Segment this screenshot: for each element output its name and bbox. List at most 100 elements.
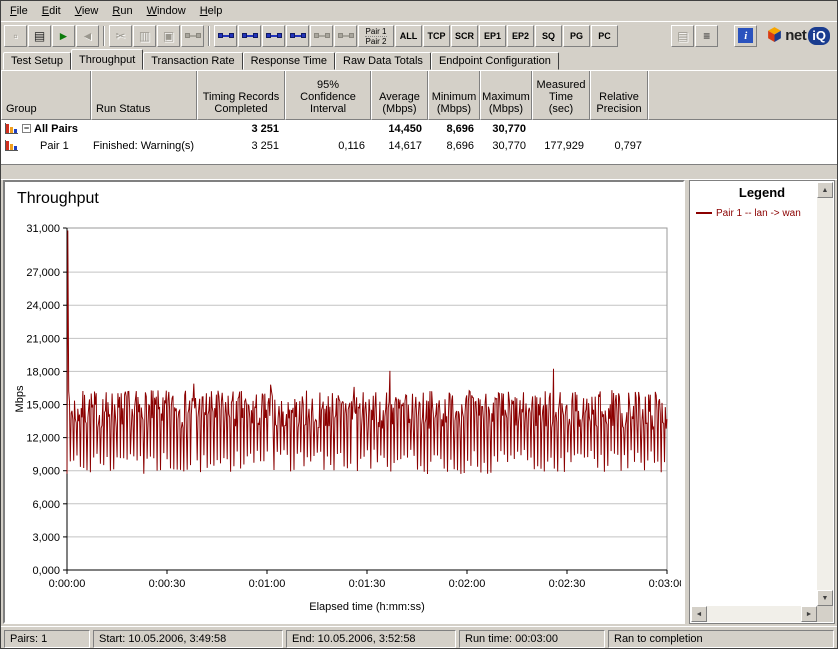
results-table: GroupRun StatusTiming RecordsCompleted95… (1, 70, 837, 164)
cell-precision: 0,797 (590, 140, 648, 152)
paste-pair-button: ▣ (157, 25, 180, 47)
results-table-header: GroupRun StatusTiming RecordsCompleted95… (1, 70, 837, 120)
tab-endpoint-configuration[interactable]: Endpoint Configuration (431, 52, 559, 70)
collapse-expander-icon[interactable]: − (22, 124, 31, 133)
paste-icon: ▣ (163, 30, 174, 42)
new-test-button: ▫ (4, 25, 27, 47)
table-row[interactable]: Pair 1Finished: Warning(s)3 2510,11614,6… (1, 137, 837, 154)
show-pair-views-button[interactable]: Pair 1Pair 2 (358, 25, 394, 47)
view-scr-button[interactable]: SCR (451, 25, 478, 47)
scroll-up-icon[interactable]: ▲ (817, 182, 833, 198)
legend-horizontal-scrollbar[interactable]: ◄ ► (691, 606, 817, 622)
scroll-left-icon[interactable]: ◄ (691, 606, 707, 622)
view-sq-button[interactable]: SQ (535, 25, 562, 47)
menu-item-view[interactable]: View (68, 3, 106, 20)
view-tcp-button[interactable]: TCP (423, 25, 450, 47)
toolbar: ▫ ▤ ►◄ ✂▥ ▣ Pair 1Pair 2ALLTCPSCREP1EP2SQPGPC… (1, 21, 837, 49)
view-ep1-button[interactable]: EP1 (479, 25, 506, 47)
group-name: All Pairs (34, 123, 78, 135)
tab-throughput[interactable]: Throughput (71, 49, 143, 70)
unlink-endpoints-icon (338, 33, 354, 38)
view-ep2-button[interactable]: EP2 (507, 25, 534, 47)
x-tick-label: 0:01:00 (249, 578, 286, 590)
copy-pair-button: ▥ (133, 25, 156, 47)
column-header-confidence[interactable]: 95% ConfidenceInterval (285, 71, 371, 120)
y-tick-label: 9,000 (32, 466, 60, 478)
legend-line-swatch (696, 212, 712, 214)
cell-confidence: 0,116 (285, 140, 371, 152)
column-header-maximum[interactable]: Maximum(Mbps) (480, 71, 532, 120)
add-pair-button[interactable] (214, 25, 237, 47)
scrollbar-corner (817, 606, 833, 622)
splitter[interactable] (1, 164, 837, 180)
cut-pair-button: ✂ (109, 25, 132, 47)
view-pc-button[interactable]: PC (591, 25, 618, 47)
legend-item[interactable]: Pair 1 -- lan -> wan (696, 206, 830, 220)
about-info-button[interactable]: i (734, 25, 757, 47)
stop-test-button: ◄ (76, 25, 99, 47)
scroll-right-icon[interactable]: ► (801, 606, 817, 622)
x-tick-label: 0:03:00 (649, 578, 681, 590)
chart-panel: Throughput 31,00027,00024,00021,00018,00… (3, 180, 685, 624)
netiq-text-net: net (785, 27, 806, 44)
toolbar-separator (208, 26, 210, 46)
menu-item-run[interactable]: Run (105, 3, 139, 20)
toolbar-separator (103, 26, 105, 46)
column-header-run_status[interactable]: Run Status (91, 71, 197, 120)
run-test-button[interactable]: ► (52, 25, 75, 47)
scroll-down-icon[interactable]: ▼ (817, 590, 833, 606)
report-icon: ▤ (677, 30, 688, 42)
tab-response-time[interactable]: Response Time (243, 52, 335, 70)
status-bar: Pairs: 1Start: 10.05.2006, 3:49:58End: 1… (1, 626, 837, 649)
view-pg-button[interactable]: PG (563, 25, 590, 47)
x-tick-label: 0:02:00 (449, 578, 486, 590)
netiq-logo: netiQ (766, 26, 830, 46)
column-header-timing_records[interactable]: Timing RecordsCompleted (197, 71, 285, 120)
view-all-button[interactable]: ALL (395, 25, 422, 47)
status-field-2: Start: 10.05.2006, 3:49:58 (93, 630, 283, 648)
legend-vertical-scrollbar[interactable]: ▲ ▼ (817, 182, 833, 606)
chart-title: Throughput (5, 182, 683, 208)
print-button[interactable]: ▤ (28, 25, 51, 47)
legend-label: Pair 1 -- lan -> wan (716, 208, 801, 219)
main-area: Throughput 31,00027,00024,00021,00018,00… (1, 180, 837, 626)
column-header-group[interactable]: Group (1, 71, 91, 120)
cell-run_status: Finished: Warning(s) (91, 140, 197, 152)
x-tick-label: 0:00:30 (149, 578, 186, 590)
table-row[interactable]: −All Pairs3 25114,4508,69630,770 (1, 120, 837, 137)
netiq-cube-icon (766, 26, 783, 46)
mini-chart-icon (5, 123, 18, 134)
menu-item-file[interactable]: File (3, 3, 35, 20)
replicate-pair-icon (290, 33, 306, 38)
status-field-3: End: 10.05.2006, 3:52:58 (286, 630, 456, 648)
column-header-minimum[interactable]: Minimum(Mbps) (428, 71, 480, 120)
pair-view-label: Pair 1 (365, 27, 388, 37)
tab-test-setup[interactable]: Test Setup (3, 52, 71, 70)
y-tick-label: 24,000 (26, 300, 60, 312)
print-icon: ▤ (34, 30, 45, 42)
column-header-precision[interactable]: RelativePrecision (590, 71, 648, 120)
comments-button[interactable]: ≡ (695, 25, 718, 47)
group-cell: −All Pairs (1, 123, 91, 135)
replicate-pair-button[interactable] (286, 25, 309, 47)
menu-item-help[interactable]: Help (193, 3, 230, 20)
add-pair-icon (218, 33, 234, 38)
tab-transaction-rate[interactable]: Transaction Rate (143, 52, 242, 70)
menu-item-edit[interactable]: Edit (35, 3, 68, 20)
column-header-average[interactable]: Average(Mbps) (371, 71, 428, 120)
menu-bar: FileEditViewRunWindowHelp (1, 1, 837, 21)
add-group-button[interactable] (238, 25, 261, 47)
unlink-endpoints-button (334, 25, 357, 47)
cell-average: 14,450 (371, 123, 428, 135)
y-tick-label: 6,000 (32, 499, 60, 511)
y-tick-label: 21,000 (26, 333, 60, 345)
y-tick-label: 31,000 (26, 223, 60, 235)
edit-pair-button[interactable] (262, 25, 285, 47)
x-tick-label: 0:00:00 (49, 578, 86, 590)
menu-item-window[interactable]: Window (140, 3, 193, 20)
x-tick-label: 0:02:30 (549, 578, 586, 590)
link-endpoints-button (310, 25, 333, 47)
column-header-measured_time[interactable]: MeasuredTime (sec) (532, 71, 590, 120)
tab-raw-data-totals[interactable]: Raw Data Totals (335, 52, 431, 70)
y-tick-label: 15,000 (26, 400, 60, 412)
